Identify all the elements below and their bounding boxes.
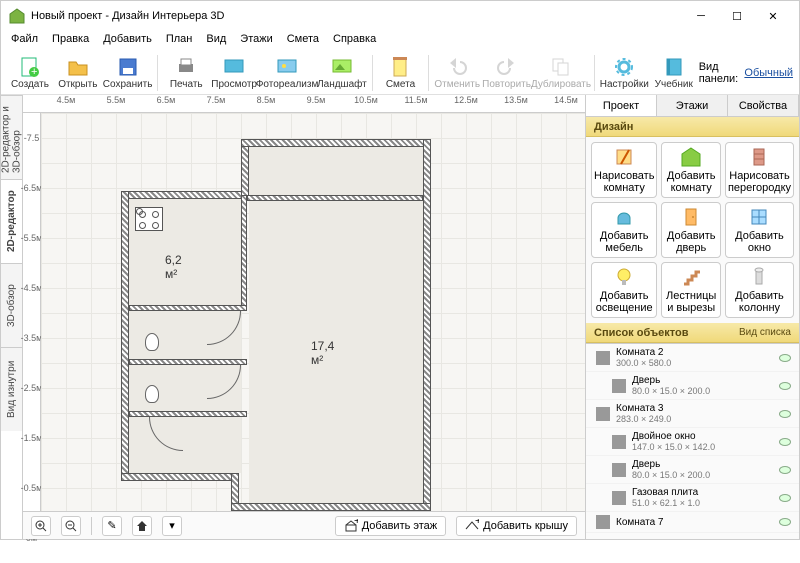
item-thumb-icon (596, 515, 610, 529)
menu-add[interactable]: Добавить (97, 31, 158, 51)
right-panel: Проект Этажи Свойства Дизайн Нарисовать … (585, 95, 799, 539)
pencil-button[interactable]: ✎ (102, 516, 122, 536)
list-item[interactable]: Комната 3283.0 × 249.0 (586, 400, 799, 428)
panel-btn-7[interactable]: Лестницы и вырезы (661, 262, 721, 318)
tool-new[interactable]: +Создать (7, 52, 53, 94)
visibility-icon[interactable] (779, 438, 791, 446)
panel-btn-8[interactable]: Добавить колонну (725, 262, 794, 318)
menu-help[interactable]: Справка (327, 31, 382, 51)
visibility-icon[interactable] (779, 494, 791, 502)
tool-book[interactable]: Учебник (651, 52, 697, 94)
tool-dup: Дублировать (533, 52, 589, 94)
zoom-out-button[interactable] (61, 516, 81, 536)
list-item[interactable]: Газовая плита51.0 × 62.1 × 1.0 (586, 484, 799, 512)
tool-land[interactable]: Ландшафт (317, 52, 367, 94)
side-tabs: 2D-редактор и 3D-обзор 2D-редактор 3D-об… (1, 95, 23, 539)
menu-file[interactable]: Файл (5, 31, 44, 51)
svg-text:+: + (31, 66, 37, 78)
visibility-icon[interactable] (779, 382, 791, 390)
menu-edit[interactable]: Правка (46, 31, 95, 51)
tool-preview[interactable]: Просмотр (211, 52, 257, 94)
objectlist-header: Список объектовВид списка (586, 323, 799, 343)
panel-btn-0[interactable]: Нарисовать комнату (591, 142, 657, 198)
panel-btn-2[interactable]: Нарисовать перегородку (725, 142, 794, 198)
svg-text:+: + (354, 519, 358, 527)
menubar: Файл Правка Добавить План Вид Этажи Смет… (1, 31, 799, 51)
menu-view[interactable]: Вид (200, 31, 232, 51)
visibility-icon[interactable] (779, 354, 791, 362)
panel-tab-props[interactable]: Свойства (728, 95, 799, 116)
room-label-2: 17,4 м² (311, 339, 334, 367)
tool-redo: Повторить (482, 52, 531, 94)
item-thumb-icon (612, 491, 626, 505)
menu-estimate[interactable]: Смета (281, 31, 325, 51)
panel-tab-project[interactable]: Проект (586, 95, 657, 116)
svg-text:+: + (475, 519, 479, 527)
visibility-icon[interactable] (779, 410, 791, 418)
item-thumb-icon (612, 435, 626, 449)
titlebar: Новый проект - Дизайн Интерьера 3D ─ ☐ ✕ (1, 1, 799, 31)
toolbar: +СоздатьОткрытьСохранитьПечатьПросмотрФо… (1, 51, 799, 95)
panel-tab-floors[interactable]: Этажи (657, 95, 728, 116)
sidetab-2d[interactable]: 2D-редактор (1, 179, 22, 263)
menu-plan[interactable]: План (160, 31, 199, 51)
tool-undo: Отменить (434, 52, 480, 94)
object-list[interactable]: Комната 2300.0 × 580.0Дверь80.0 × 15.0 ×… (586, 343, 799, 539)
list-item[interactable]: Двойное окно147.0 × 15.0 × 142.0 (586, 428, 799, 456)
floorplan-canvas[interactable]: 6,2 м² 17,4 м² (41, 113, 585, 511)
sidetab-inside[interactable]: Вид изнутри (1, 347, 22, 431)
sidetab-3d[interactable]: 3D-обзор (1, 263, 22, 347)
design-header: Дизайн (586, 117, 799, 137)
maximize-button[interactable]: ☐ (719, 3, 755, 29)
panel-mode-label: Вид панели: (699, 61, 741, 85)
tool-save[interactable]: Сохранить (103, 52, 153, 94)
item-thumb-icon (596, 351, 610, 365)
item-thumb-icon (612, 379, 626, 393)
item-thumb-icon (596, 407, 610, 421)
tool-gear[interactable]: Настройки (600, 52, 649, 94)
zoom-in-button[interactable] (31, 516, 51, 536)
stove-icon (135, 207, 163, 231)
room-label-1: 6,2 м² (165, 253, 182, 281)
window-title: Новый проект - Дизайн Интерьера 3D (31, 10, 683, 22)
add-roof-button[interactable]: +Добавить крышу (456, 516, 577, 536)
home-button[interactable] (132, 516, 152, 536)
tool-print[interactable]: Печать (163, 52, 209, 94)
add-floor-button[interactable]: +Добавить этаж (335, 516, 446, 536)
visibility-icon[interactable] (779, 466, 791, 474)
app-icon (9, 8, 25, 24)
list-item[interactable]: Комната 2300.0 × 580.0 (586, 344, 799, 372)
list-view-mode[interactable]: Вид списка (739, 327, 791, 338)
panel-mode-link[interactable]: Обычный (744, 67, 793, 79)
canvas-bottombar: ✎ ▾ +Добавить этаж +Добавить крышу (23, 511, 585, 539)
ruler-horizontal: 4.5м5.5м6.5м7.5м8.5м9.5м10.5м11.5м12.5м1… (23, 95, 585, 113)
list-item[interactable]: Дверь80.0 × 15.0 × 200.0 (586, 456, 799, 484)
dropdown-button[interactable]: ▾ (162, 516, 182, 536)
list-item[interactable]: Дверь80.0 × 15.0 × 200.0 (586, 372, 799, 400)
sidetab-combined[interactable]: 2D-редактор и 3D-обзор (1, 95, 22, 179)
close-button[interactable]: ✕ (755, 3, 791, 29)
panel-btn-6[interactable]: Добавить освещение (591, 262, 657, 318)
ruler-vertical: -7.5-6.5м-5.5м-4.5м-3.5м-2.5м-1.5м-0.5м0… (23, 113, 41, 511)
tool-open[interactable]: Открыть (55, 52, 101, 94)
tool-photo[interactable]: Фотореализм (259, 52, 315, 94)
visibility-icon[interactable] (779, 518, 791, 526)
panel-btn-3[interactable]: Добавить мебель (591, 202, 657, 258)
panel-btn-5[interactable]: Добавить окно (725, 202, 794, 258)
minimize-button[interactable]: ─ (683, 3, 719, 29)
tool-est[interactable]: Смета (378, 52, 424, 94)
menu-floors[interactable]: Этажи (234, 31, 278, 51)
list-item[interactable]: Комната 7 (586, 512, 799, 533)
panel-btn-1[interactable]: Добавить комнату (661, 142, 721, 198)
panel-btn-4[interactable]: Добавить дверь (661, 202, 721, 258)
item-thumb-icon (612, 463, 626, 477)
